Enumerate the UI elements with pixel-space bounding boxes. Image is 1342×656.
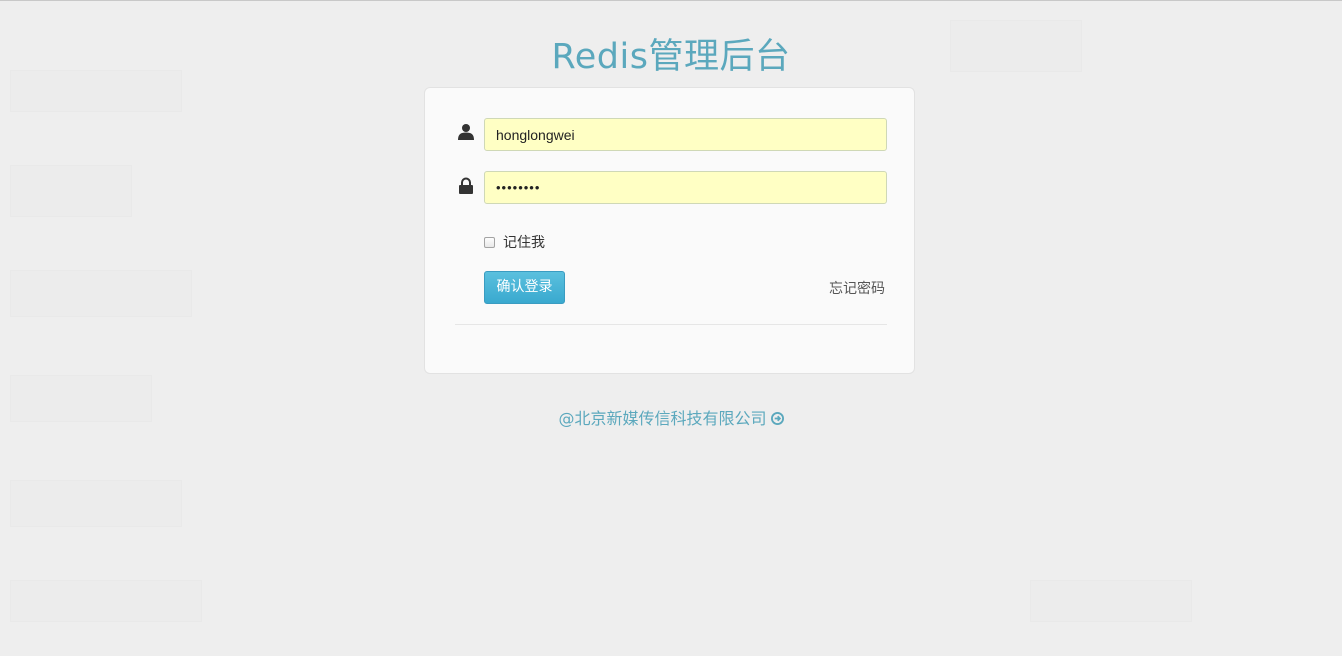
background-pattern (1030, 580, 1192, 622)
remember-checkbox[interactable] (484, 236, 495, 248)
username-input[interactable] (484, 118, 887, 151)
remember-me[interactable]: 记住我 (484, 232, 545, 252)
panel-divider (455, 324, 887, 325)
remember-label: 记住我 (503, 235, 545, 251)
company-link[interactable]: @北京新媒传信科技有限公司 (558, 409, 766, 428)
page-title: Redis管理后台 (551, 37, 791, 77)
footer: @北京新媒传信科技有限公司 (0, 405, 1342, 429)
login-button[interactable]: 确认登录 (484, 271, 565, 304)
background-pattern (10, 270, 192, 317)
background-pattern (10, 480, 182, 527)
background-pattern (10, 580, 202, 622)
arrow-circle-right-icon[interactable] (770, 410, 784, 425)
background-pattern (10, 165, 132, 217)
password-input[interactable] (484, 171, 887, 204)
window-top-border (0, 0, 1342, 1)
forgot-password-link[interactable]: 忘记密码 (829, 278, 885, 298)
login-panel: 记住我 确认登录 忘记密码 (424, 87, 915, 374)
user-icon (457, 123, 477, 143)
lock-icon (458, 177, 478, 197)
